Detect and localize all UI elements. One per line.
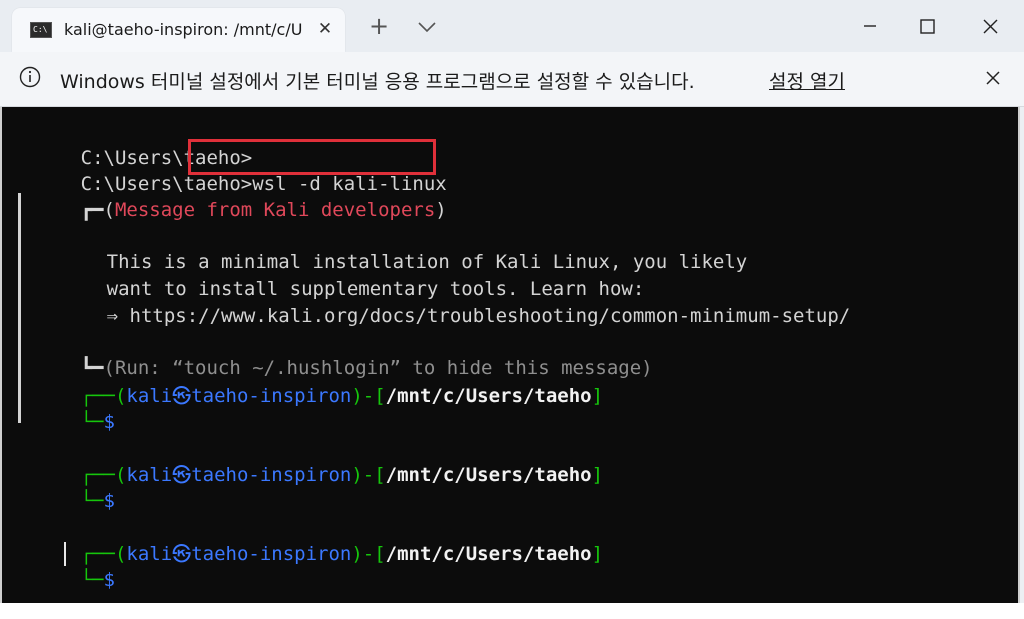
maximize-icon [920,19,935,34]
info-message: Windows 터미널 설정에서 기본 터미널 응용 프로그램으로 설정할 수 … [60,71,695,93]
box-drawing: ┏━( [80,199,115,221]
terminal-line: want to install supplementary tools. Lea… [38,250,645,300]
shell-prompt-line2: └─$ [80,411,115,433]
open-settings-link[interactable]: 설정 열기 [769,67,845,94]
prompt-dollar: $ [103,490,115,512]
terminal-line: ┏━(Message from Kali developers) [12,171,447,221]
prompt-user: kali [126,543,173,565]
docs-url[interactable]: https://www.kali.org/docs/troubleshootin… [130,305,851,327]
message-title: Message from Kali developers [114,199,436,221]
close-icon [983,19,998,34]
prompt-at-icon: ㉿ [172,464,192,486]
prompt-user: kali [126,464,173,486]
tab-dropdown-button[interactable] [414,15,440,39]
prompt-path: /mnt/c/Users/taeho [385,385,592,407]
shell-prompt: ┌──(kali㉿taeho-inspiron)-[/mnt/c/Users/t… [80,543,604,565]
tab-kali[interactable]: C:\ kali@taeho-inspiron: /mnt/c/U ✕ [12,8,345,52]
command-highlight-box [188,139,436,175]
prompt-host: taeho-inspiron [191,464,352,486]
prompt-dollar: $ [103,569,115,591]
prompt-at-icon: ㉿ [172,543,192,565]
text-cursor [64,542,66,566]
new-tab-button[interactable]: + [366,14,392,40]
maximize-button[interactable] [908,10,948,42]
box-drawing: ) [435,199,447,221]
prompt-path: /mnt/c/Users/taeho [385,543,592,565]
shell-prompt-line2: └─$ [80,490,115,512]
tab-close-icon[interactable]: ✕ [314,18,336,40]
close-icon [986,71,1000,85]
title-bar: C:\ kali@taeho-inspiron: /mnt/c/U ✕ + [0,0,1024,52]
prompt-dollar: $ [103,411,115,433]
chevron-down-icon [418,22,436,33]
info-bar: Windows 터미널 설정에서 기본 터미널 응용 프로그램으로 설정할 수 … [0,52,1024,107]
terminal-output[interactable]: C:\Users\taeho> C:\Users\taeho>wsl -d ka… [0,107,1020,603]
prompt-at-icon: ㉿ [172,385,192,407]
info-close-button[interactable] [980,65,1006,91]
shell-prompt: ┌──(kali㉿taeho-inspiron)-[/mnt/c/Users/t… [80,385,604,407]
prompt-host: taeho-inspiron [191,385,352,407]
prompt-user: kali [126,385,173,407]
terminal-line: This is a minimal installation of Kali L… [38,223,748,273]
console-icon: C:\ [30,22,52,38]
terminal-line: ⇒ https://www.kali.org/docs/troubleshoot… [38,277,851,327]
minimize-icon [864,25,876,27]
prompt-path: /mnt/c/Users/taeho [385,464,592,486]
arrow-glyph: ⇒ [106,305,119,327]
shell-prompt: ┌──(kali㉿taeho-inspiron)-[/mnt/c/Users/t… [80,464,604,486]
tab-title: kali@taeho-inspiron: /mnt/c/U [64,20,303,39]
terminal-line: ┗━(Run: “touch ~/.hushlogin” to hide thi… [12,329,653,379]
minimize-button[interactable] [850,10,890,42]
prompt-host: taeho-inspiron [191,543,352,565]
terminal-window: C:\ kali@taeho-inspiron: /mnt/c/U ✕ + Wi… [0,0,1024,603]
info-icon [19,66,41,88]
close-window-button[interactable] [970,10,1010,42]
